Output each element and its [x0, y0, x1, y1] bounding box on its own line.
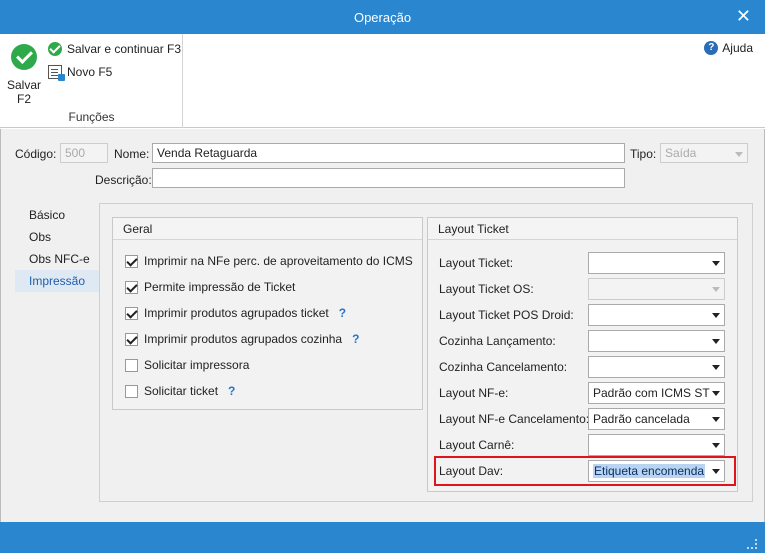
- check-row: Permite impressão de Ticket: [125, 280, 305, 294]
- check-row: Solicitar impressora: [125, 358, 259, 372]
- tab-obs[interactable]: Obs: [15, 226, 99, 248]
- geral-checkbox-5[interactable]: [125, 384, 138, 398]
- layout-dav-select[interactable]: Etiqueta encomenda: [588, 460, 725, 482]
- check-label: Imprimir produtos agrupados cozinha: [144, 332, 343, 346]
- tipo-select-value: Saída: [665, 146, 697, 160]
- geral-checkbox-3[interactable]: [125, 332, 138, 346]
- chevron-down-icon: [712, 339, 720, 344]
- layout-ticket-pos-droid-select[interactable]: [588, 304, 725, 326]
- new-button-label: Novo F5: [67, 65, 113, 79]
- help-icon: ?: [704, 41, 719, 55]
- descricao-field[interactable]: [152, 168, 625, 188]
- layout-ticket-os-select: [588, 278, 725, 300]
- layout-nfe-cancelamento-value: Padrão cancelada: [593, 412, 690, 426]
- chevron-down-icon: [712, 443, 720, 448]
- save-continue-button[interactable]: Salvar e continuar F3: [48, 40, 181, 58]
- save-continue-icon: [48, 42, 62, 56]
- check-label: Solicitar ticket: [144, 384, 219, 398]
- check-circle-icon: [11, 44, 37, 70]
- side-tabs: Básico Obs Obs NFC-e Impressão: [15, 204, 99, 292]
- help-label: Ajuda: [722, 41, 753, 55]
- layout-carne-label: Layout Carnê:: [439, 438, 515, 452]
- chevron-down-icon: [712, 469, 720, 474]
- save-button-label: Salvar F2: [6, 78, 41, 106]
- close-icon[interactable]: ✕: [736, 6, 751, 27]
- impressao-panel: Geral Imprimir na NFe perc. de aproveita…: [99, 203, 753, 502]
- ribbon: Salvar F2 Salvar e continuar F3 Novo F5 …: [0, 34, 765, 128]
- geral-checkbox-0[interactable]: [125, 254, 138, 268]
- tab-impressao[interactable]: Impressão: [15, 270, 99, 292]
- layout-ticket-select[interactable]: [588, 252, 725, 274]
- layout-nfe-value: Padrão com ICMS ST: [593, 386, 710, 400]
- layout-ticket-label: Layout Ticket:: [439, 256, 514, 270]
- cozinha-cancelamento-select[interactable]: [588, 356, 725, 378]
- layout-dav-label: Layout Dav:: [439, 464, 504, 478]
- ribbon-group-label: Funções: [68, 110, 115, 124]
- geral-checkbox-2[interactable]: [125, 306, 138, 320]
- layout-ticket-pos-droid-label: Layout Ticket POS Droid:: [439, 308, 574, 322]
- chevron-down-icon: [712, 417, 720, 422]
- check-label: Solicitar impressora: [144, 358, 250, 372]
- cozinha-cancelamento-label: Cozinha Cancelamento:: [439, 360, 568, 374]
- check-label: Permite impressão de Ticket: [144, 280, 296, 294]
- help-question-icon[interactable]: ?: [228, 384, 235, 398]
- tipo-label: Tipo:: [630, 147, 657, 161]
- nome-label: Nome:: [114, 147, 150, 161]
- geral-group: Geral Imprimir na NFe perc. de aproveita…: [112, 217, 423, 410]
- ribbon-group-funcoes: Salvar F2 Salvar e continuar F3 Novo F5 …: [0, 34, 183, 128]
- layout-nfe-select[interactable]: Padrão com ICMS ST: [588, 382, 725, 404]
- layout-ticket-title: Layout Ticket: [428, 218, 737, 240]
- geral-title: Geral: [113, 218, 422, 240]
- check-row: Imprimir produtos agrupados cozinha ?: [125, 332, 359, 346]
- resize-grip-icon[interactable]: [747, 539, 757, 549]
- chevron-down-icon: [712, 261, 720, 266]
- tab-basico[interactable]: Básico: [15, 204, 99, 226]
- layout-ticket-os-label: Layout Ticket OS:: [439, 282, 534, 296]
- layout-nfe-cancelamento-label: Layout NF-e Cancelamento:: [439, 412, 590, 426]
- layout-carne-select[interactable]: [588, 434, 725, 456]
- check-row: Imprimir na NFe perc. de aproveitamento …: [125, 254, 423, 268]
- layout-nfe-label: Layout NF-e:: [439, 386, 509, 400]
- check-row: Imprimir produtos agrupados ticket ?: [125, 306, 346, 320]
- check-label: Imprimir na NFe perc. de aproveitamento …: [144, 254, 413, 268]
- chevron-down-icon: [712, 313, 720, 318]
- chevron-down-icon: [735, 152, 743, 157]
- chevron-down-icon: [712, 365, 720, 370]
- window-title: Operação: [353, 10, 412, 25]
- codigo-field: 500: [60, 143, 108, 163]
- tab-obs-nfce[interactable]: Obs NFC-e: [15, 248, 99, 270]
- descricao-label: Descrição:: [95, 173, 152, 187]
- geral-checkbox-4[interactable]: [125, 358, 138, 372]
- check-label: Imprimir produtos agrupados ticket: [144, 306, 329, 320]
- nome-field[interactable]: Venda Retaguarda: [152, 143, 625, 163]
- chevron-down-icon: [712, 287, 720, 292]
- form-content: Código: 500 Nome: Venda Retaguarda Tipo:…: [0, 129, 765, 522]
- layout-ticket-group: Layout Ticket Layout Ticket: Layout Tick…: [427, 217, 738, 492]
- geral-checkbox-1[interactable]: [125, 280, 138, 294]
- layout-nfe-cancelamento-select[interactable]: Padrão cancelada: [588, 408, 725, 430]
- cozinha-lancamento-select[interactable]: [588, 330, 725, 352]
- help-question-icon[interactable]: ?: [339, 306, 346, 320]
- layout-dav-value: Etiqueta encomenda: [593, 464, 706, 478]
- help-button[interactable]: ? Ajuda: [704, 41, 753, 55]
- new-button[interactable]: Novo F5: [48, 63, 112, 81]
- chevron-down-icon: [712, 391, 720, 396]
- status-bar: [0, 522, 765, 553]
- title-bar: Operação ✕: [0, 0, 765, 34]
- save-continue-label: Salvar e continuar F3: [67, 42, 182, 56]
- codigo-label: Código:: [15, 147, 57, 161]
- cozinha-lancamento-label: Cozinha Lançamento:: [439, 334, 556, 348]
- new-document-icon: [48, 65, 65, 81]
- check-row: Solicitar ticket ?: [125, 384, 235, 398]
- tipo-select: Saída: [660, 143, 748, 163]
- save-button[interactable]: Salvar F2: [4, 42, 44, 106]
- help-question-icon[interactable]: ?: [352, 332, 359, 346]
